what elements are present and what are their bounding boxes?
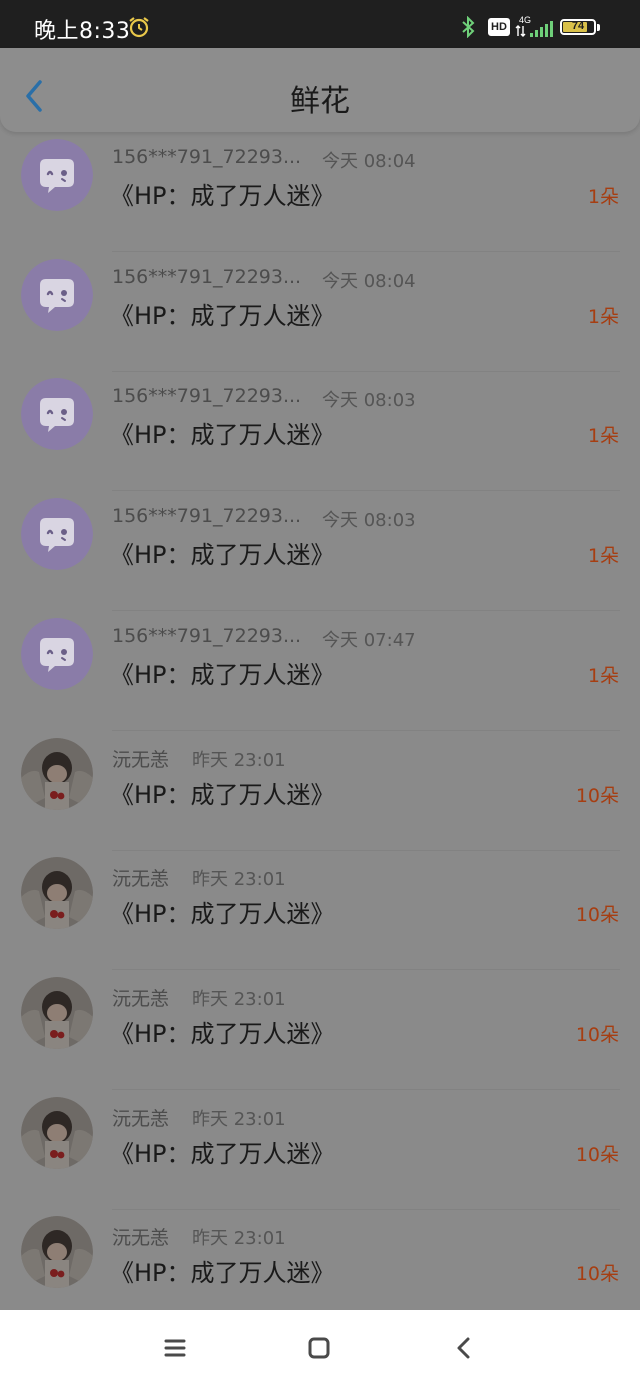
status-time: 晚上8:33 — [34, 19, 131, 44]
username: 156***791_72293... — [112, 624, 302, 647]
chat-bubble-avatar-icon[interactable] — [21, 378, 93, 451]
list-item[interactable]: 沅无恙 昨天 23:01 《HP：成了万人迷》 10朵 — [0, 1090, 640, 1210]
username: 沅无恙 — [112, 868, 170, 891]
alarm-clock-icon — [129, 17, 149, 38]
flower-count: 10朵 — [575, 1263, 619, 1286]
user-photo-avatar[interactable] — [21, 857, 93, 930]
book-title: 《HP：成了万人迷》 — [110, 1139, 335, 1168]
list-item[interactable]: 沅无恙 昨天 23:01 《HP：成了万人迷》 10朵 — [0, 850, 640, 971]
book-title: 《HP：成了万人迷》 — [110, 1019, 335, 1048]
username: 156***791_72293... — [112, 385, 302, 408]
list-item[interactable]: 沅无恙 昨天 23:01 《HP：成了万人迷》 10朵 — [0, 1209, 640, 1310]
timestamp: 昨天 23:01 — [192, 749, 286, 771]
flower-count: 10朵 — [575, 1143, 619, 1166]
chat-bubble-avatar-icon[interactable] — [21, 139, 93, 211]
flower-count: 10朵 — [575, 784, 619, 807]
book-title: 《HP：成了万人迷》 — [110, 1259, 335, 1288]
home-icon[interactable] — [299, 1330, 339, 1366]
user-photo-avatar[interactable] — [21, 976, 93, 1049]
book-title: 《HP：成了万人迷》 — [110, 301, 335, 330]
book-title: 《HP：成了万人迷》 — [110, 541, 335, 570]
list-item[interactable]: 156***791_72293... 今天 08:03 《HP：成了万人迷》 1朵 — [0, 371, 640, 492]
username: 156***791_72293... — [112, 265, 302, 288]
list-item[interactable]: 156***791_72293... 今天 08:04 《HP：成了万人迷》 1朵 — [0, 132, 640, 252]
flower-count: 1朵 — [587, 186, 619, 208]
battery-level: 74 — [571, 20, 585, 32]
username: 沅无恙 — [112, 1227, 170, 1250]
book-title: 《HP：成了万人迷》 — [110, 421, 335, 450]
book-title: 《HP：成了万人迷》 — [110, 660, 335, 689]
flower-count: 1朵 — [587, 664, 619, 687]
flower-count: 1朵 — [587, 425, 619, 448]
chat-bubble-avatar-icon[interactable] — [21, 498, 93, 571]
flower-list: 156***791_72293... 今天 08:04 《HP：成了万人迷》 1朵 15… — [0, 132, 640, 1310]
header: 鲜花 — [0, 48, 640, 132]
status-bar: 晚上8:33 HD 4G 74 — [0, 0, 640, 48]
flower-count: 1朵 — [587, 545, 619, 568]
username: 156***791_72293... — [112, 505, 302, 528]
list-item[interactable]: 156***791_72293... 今天 08:03 《HP：成了万人迷》 1朵 — [0, 491, 640, 612]
page-title: 鲜花 — [290, 84, 350, 119]
timestamp: 昨天 23:01 — [192, 869, 286, 891]
signal-strength-icon — [515, 21, 553, 37]
username: 156***791_72293... — [112, 146, 302, 168]
hd-badge: HD — [488, 18, 510, 36]
system-nav-bar — [0, 1310, 640, 1387]
chat-bubble-avatar-icon[interactable] — [21, 258, 93, 331]
timestamp: 今天 08:04 — [322, 270, 416, 292]
list-item[interactable]: 156***791_72293... 今天 07:47 《HP：成了万人迷》 1朵 — [0, 611, 640, 731]
flower-count: 10朵 — [575, 904, 619, 927]
username: 沅无恙 — [112, 748, 170, 771]
book-title: 《HP：成了万人迷》 — [110, 780, 335, 809]
user-photo-avatar[interactable] — [21, 1096, 93, 1169]
timestamp: 昨天 23:01 — [192, 1228, 286, 1250]
timestamp: 今天 08:04 — [322, 151, 416, 172]
flower-count: 1朵 — [587, 305, 619, 328]
username: 沅无恙 — [112, 1107, 170, 1130]
user-photo-avatar[interactable] — [21, 1216, 93, 1289]
menu-icon[interactable] — [155, 1330, 195, 1366]
timestamp: 今天 08:03 — [322, 510, 416, 532]
username: 沅无恙 — [112, 987, 170, 1010]
book-title: 《HP：成了万人迷》 — [110, 182, 335, 210]
user-photo-avatar[interactable] — [21, 737, 93, 810]
list-item[interactable]: 沅无恙 昨天 23:01 《HP：成了万人迷》 10朵 — [0, 731, 640, 851]
timestamp: 今天 07:47 — [322, 629, 416, 651]
flower-count: 10朵 — [575, 1023, 619, 1046]
list-item[interactable]: 沅无恙 昨天 23:01 《HP：成了万人迷》 10朵 — [0, 970, 640, 1090]
book-title: 《HP：成了万人迷》 — [110, 900, 335, 929]
bluetooth-icon — [462, 16, 475, 38]
timestamp: 昨天 23:01 — [192, 1108, 286, 1130]
timestamp: 昨天 23:01 — [192, 988, 286, 1010]
list-item[interactable]: 156***791_72293... 今天 08:04 《HP：成了万人迷》 1朵 — [0, 252, 640, 372]
back-icon[interactable] — [444, 1330, 484, 1366]
battery-cap — [597, 24, 600, 31]
chat-bubble-avatar-icon[interactable] — [21, 617, 93, 690]
timestamp: 今天 08:03 — [322, 390, 416, 412]
battery-icon: 74 — [560, 19, 596, 35]
